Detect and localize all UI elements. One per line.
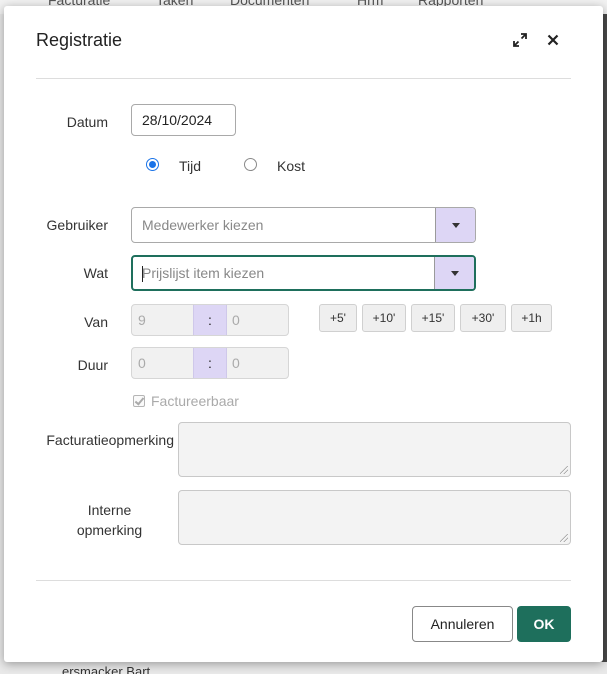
radio-kost-label[interactable]: Kost [277, 158, 305, 174]
expand-icon[interactable] [509, 29, 531, 51]
facturatieopmerking-textarea[interactable] [178, 422, 571, 477]
interne-label-line1: Interne [87, 502, 132, 518]
caret-down-icon [450, 270, 459, 276]
interne-label-line2: opmerking [76, 522, 143, 538]
van-minutes-input[interactable]: 0 [232, 305, 240, 335]
facturatieopmerking-label: Facturatieopmerking [46, 432, 174, 448]
cancel-button[interactable]: Annuleren [412, 606, 513, 642]
radio-tijd-label[interactable]: Tijd [179, 158, 201, 174]
close-icon-svg [547, 34, 559, 46]
add-10-min-button[interactable]: +10' [362, 304, 406, 332]
resize-handle-icon[interactable] [560, 534, 568, 542]
add-15-min-button[interactable]: +15' [411, 304, 455, 332]
dialog-title: Registratie [36, 30, 123, 50]
bg-bottom-text: ersmacker Bart [62, 664, 151, 674]
close-icon[interactable] [542, 29, 564, 51]
duur-label: Duur [77, 357, 108, 373]
van-time-input[interactable]: 9 : 0 [131, 304, 289, 336]
van-time-separator: : [193, 305, 227, 335]
gebruiker-placeholder: Medewerker kiezen [142, 217, 264, 233]
duur-minutes-input[interactable]: 0 [232, 348, 240, 378]
interne-opmerking-textarea[interactable] [178, 490, 571, 545]
factureerbaar-label: Factureerbaar [151, 393, 239, 409]
registratie-dialog: Registratie Datum 28/10/2024 Tijd Kost G… [4, 6, 603, 662]
van-label: Van [84, 314, 108, 330]
duur-hours-input[interactable]: 0 [138, 348, 146, 378]
duur-time-separator: : [193, 348, 227, 378]
wat-placeholder: Prijslijst item kiezen [142, 265, 265, 281]
header-divider [36, 78, 571, 79]
gebruiker-label: Gebruiker [46, 217, 108, 233]
wat-dropdown-button[interactable] [434, 257, 474, 289]
caret-down-icon [451, 222, 460, 228]
add-1-hour-button[interactable]: +1h [511, 304, 552, 332]
interne-opmerking-label: Interne opmerking [64, 500, 155, 540]
radio-kost[interactable] [244, 158, 257, 171]
footer-divider [36, 580, 571, 581]
duur-time-input[interactable]: 0 : 0 [131, 347, 289, 379]
factureerbaar-checkbox-row[interactable]: Factureerbaar [133, 393, 239, 409]
radio-tijd[interactable] [146, 158, 159, 171]
wat-label: Wat [83, 265, 108, 281]
wat-select[interactable]: Prijslijst item kiezen [131, 255, 476, 291]
add-5-min-button[interactable]: +5' [319, 304, 357, 332]
gebruiker-select[interactable]: Medewerker kiezen [131, 207, 476, 243]
van-hours-input[interactable]: 9 [138, 305, 146, 335]
datum-input[interactable]: 28/10/2024 [131, 104, 236, 136]
resize-handle-icon[interactable] [560, 466, 568, 474]
ok-button[interactable]: OK [517, 606, 571, 642]
add-30-min-button[interactable]: +30' [460, 304, 506, 332]
gebruiker-dropdown-button[interactable] [435, 208, 475, 242]
factureerbaar-checkbox[interactable] [133, 395, 145, 407]
datum-label: Datum [66, 114, 108, 130]
expand-icon-svg [513, 33, 527, 47]
background-bottom: ersmacker Bart [0, 662, 607, 674]
